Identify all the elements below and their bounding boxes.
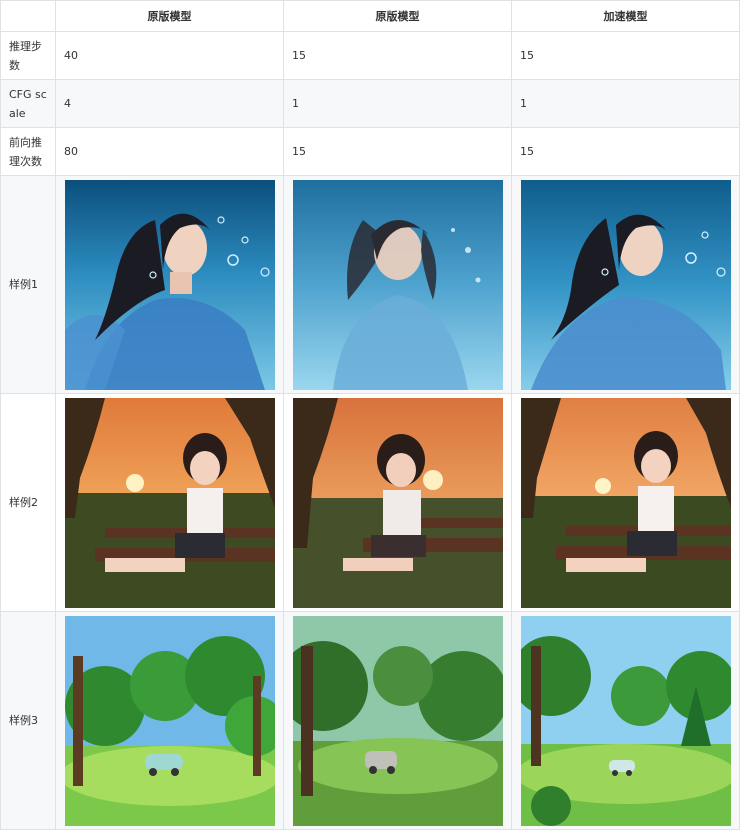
sample-image: [520, 179, 731, 390]
table-row-sample-3: 样例3: [0, 611, 740, 830]
table-cell: 40: [55, 31, 284, 80]
table-cell: 4: [55, 79, 284, 128]
sample-image: [64, 397, 275, 608]
header-original-model-2: 原版模型: [283, 0, 512, 32]
table-row-cfg: CFG scale 4 1 1: [0, 79, 740, 128]
table-row-steps: 推理步数 40 15 15: [0, 31, 740, 80]
image-cell: [55, 611, 284, 830]
table-cell: 15: [511, 31, 740, 80]
sample-image: [64, 179, 275, 390]
comparison-table: 原版模型 原版模型 加速模型 推理步数 40 15 15 CFG scale 4…: [0, 0, 740, 830]
row-label: 推理步数: [0, 31, 56, 80]
image-cell: [283, 175, 512, 394]
table-row-sample-1: 样例1: [0, 175, 740, 394]
row-label: CFG scale: [0, 79, 56, 128]
header-accelerated-model: 加速模型: [511, 0, 740, 32]
table-cell: 1: [283, 79, 512, 128]
image-cell: [55, 175, 284, 394]
table-cell: 1: [511, 79, 740, 128]
table-cell: 15: [511, 127, 740, 176]
image-cell: [283, 611, 512, 830]
sample-image: [520, 615, 731, 826]
image-cell: [511, 175, 740, 394]
sample-image: [520, 397, 731, 608]
table-cell: 15: [283, 127, 512, 176]
row-label: 样例3: [0, 611, 56, 830]
table-row-forward-passes: 前向推理次数 80 15 15: [0, 127, 740, 176]
sample-image: [292, 615, 503, 826]
sample-image: [292, 397, 503, 608]
sample-image: [292, 179, 503, 390]
image-cell: [511, 393, 740, 612]
image-cell: [55, 393, 284, 612]
image-cell: [511, 611, 740, 830]
header-corner: [0, 0, 56, 32]
row-label: 前向推理次数: [0, 127, 56, 176]
header-row: 原版模型 原版模型 加速模型: [0, 0, 740, 32]
row-label: 样例2: [0, 393, 56, 612]
sample-image: [64, 615, 275, 826]
table-cell: 15: [283, 31, 512, 80]
table-row-sample-2: 样例2: [0, 393, 740, 612]
row-label: 样例1: [0, 175, 56, 394]
table-cell: 80: [55, 127, 284, 176]
header-original-model-1: 原版模型: [55, 0, 284, 32]
image-cell: [283, 393, 512, 612]
